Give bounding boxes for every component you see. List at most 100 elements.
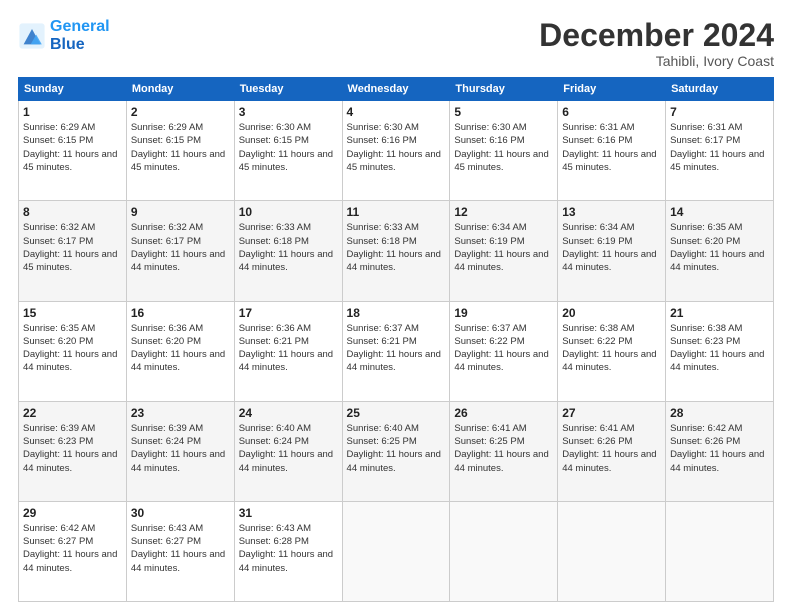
day-number: 9 bbox=[131, 205, 230, 219]
weekday-header-row: SundayMondayTuesdayWednesdayThursdayFrid… bbox=[19, 78, 774, 101]
calendar-week-1: 1 Sunrise: 6:29 AMSunset: 6:15 PMDaylight… bbox=[19, 101, 774, 201]
day-number: 24 bbox=[239, 406, 338, 420]
day-info: Sunrise: 6:40 AMSunset: 6:24 PMDaylight:… bbox=[239, 422, 338, 475]
calendar-cell: 12 Sunrise: 6:34 AMSunset: 6:19 PMDayligh… bbox=[450, 201, 558, 301]
day-number: 28 bbox=[670, 406, 769, 420]
day-info: Sunrise: 6:38 AMSunset: 6:23 PMDaylight:… bbox=[670, 322, 769, 375]
day-number: 19 bbox=[454, 306, 553, 320]
day-info: Sunrise: 6:30 AMSunset: 6:16 PMDaylight:… bbox=[454, 121, 553, 174]
day-info: Sunrise: 6:32 AMSunset: 6:17 PMDaylight:… bbox=[131, 221, 230, 274]
day-number: 7 bbox=[670, 105, 769, 119]
calendar-cell: 1Sunrise: 6:29 AMSunset: 6:15 PMDaylight… bbox=[19, 101, 127, 201]
calendar-cell: 5Sunrise: 6:30 AMSunset: 6:16 PMDaylight… bbox=[450, 101, 558, 201]
day-number: 27 bbox=[562, 406, 661, 420]
calendar-cell: 7Sunrise: 6:31 AMSunset: 6:17 PMDaylight… bbox=[666, 101, 774, 201]
day-info: Sunrise: 6:42 AMSunset: 6:26 PMDaylight:… bbox=[670, 422, 769, 475]
day-info: Sunrise: 6:41 AMSunset: 6:25 PMDaylight:… bbox=[454, 422, 553, 475]
calendar-cell bbox=[666, 501, 774, 601]
day-info: Sunrise: 6:30 AMSunset: 6:15 PMDaylight:… bbox=[239, 121, 338, 174]
calendar-cell: 11 Sunrise: 6:33 AMSunset: 6:18 PMDayligh… bbox=[342, 201, 450, 301]
calendar-cell: 19 Sunrise: 6:37 AMSunset: 6:22 PMDayligh… bbox=[450, 301, 558, 401]
calendar-week-5: 29Sunrise: 6:42 AMSunset: 6:27 PMDayligh… bbox=[19, 501, 774, 601]
day-info: Sunrise: 6:33 AMSunset: 6:18 PMDaylight:… bbox=[239, 221, 338, 274]
weekday-header-tuesday: Tuesday bbox=[234, 78, 342, 101]
day-number: 6 bbox=[562, 105, 661, 119]
weekday-header-wednesday: Wednesday bbox=[342, 78, 450, 101]
day-number: 21 bbox=[670, 306, 769, 320]
day-info: Sunrise: 6:30 AMSunset: 6:16 PMDaylight:… bbox=[347, 121, 446, 174]
calendar-cell: 10 Sunrise: 6:33 AMSunset: 6:18 PMDayligh… bbox=[234, 201, 342, 301]
calendar-week-3: 15Sunrise: 6:35 AMSunset: 6:20 PMDayligh… bbox=[19, 301, 774, 401]
day-info: Sunrise: 6:34 AMSunset: 6:19 PMDaylight:… bbox=[562, 221, 661, 274]
calendar-cell: 31Sunrise: 6:43 AMSunset: 6:28 PMDayligh… bbox=[234, 501, 342, 601]
day-info: Sunrise: 6:43 AMSunset: 6:27 PMDaylight:… bbox=[131, 522, 230, 575]
day-info: Sunrise: 6:39 AMSunset: 6:24 PMDaylight:… bbox=[131, 422, 230, 475]
day-info: Sunrise: 6:31 AMSunset: 6:16 PMDaylight:… bbox=[562, 121, 661, 174]
day-number: 4 bbox=[347, 105, 446, 119]
day-info: Sunrise: 6:34 AMSunset: 6:19 PMDaylight:… bbox=[454, 221, 553, 274]
day-number: 16 bbox=[131, 306, 230, 320]
day-number: 2 bbox=[131, 105, 230, 119]
weekday-header-sunday: Sunday bbox=[19, 78, 127, 101]
day-number: 17 bbox=[239, 306, 338, 320]
calendar-cell: 29Sunrise: 6:42 AMSunset: 6:27 PMDayligh… bbox=[19, 501, 127, 601]
day-info: Sunrise: 6:37 AMSunset: 6:22 PMDaylight:… bbox=[454, 322, 553, 375]
calendar-cell: 18 Sunrise: 6:37 AMSunset: 6:21 PMDayligh… bbox=[342, 301, 450, 401]
day-number: 11 bbox=[347, 205, 446, 219]
day-info: Sunrise: 6:35 AMSunset: 6:20 PMDaylight:… bbox=[670, 221, 769, 274]
calendar-cell: 6 Sunrise: 6:31 AMSunset: 6:16 PMDaylight… bbox=[558, 101, 666, 201]
day-number: 18 bbox=[347, 306, 446, 320]
title-block: December 2024 Tahibli, Ivory Coast bbox=[539, 18, 774, 69]
day-info: Sunrise: 6:36 AMSunset: 6:21 PMDaylight:… bbox=[239, 322, 338, 375]
calendar-cell: 4 Sunrise: 6:30 AMSunset: 6:16 PMDaylight… bbox=[342, 101, 450, 201]
calendar-cell: 20 Sunrise: 6:38 AMSunset: 6:22 PMDayligh… bbox=[558, 301, 666, 401]
calendar-cell: 17 Sunrise: 6:36 AMSunset: 6:21 PMDayligh… bbox=[234, 301, 342, 401]
logo-icon bbox=[18, 22, 46, 50]
day-number: 12 bbox=[454, 205, 553, 219]
month-title: December 2024 bbox=[539, 18, 774, 53]
calendar-table: SundayMondayTuesdayWednesdayThursdayFrid… bbox=[18, 77, 774, 602]
day-number: 10 bbox=[239, 205, 338, 219]
calendar-cell: 9 Sunrise: 6:32 AMSunset: 6:17 PMDaylight… bbox=[126, 201, 234, 301]
day-number: 3 bbox=[239, 105, 338, 119]
calendar-cell: 26 Sunrise: 6:41 AMSunset: 6:25 PMDayligh… bbox=[450, 401, 558, 501]
day-info: Sunrise: 6:29 AMSunset: 6:15 PMDaylight:… bbox=[131, 121, 230, 174]
day-info: Sunrise: 6:39 AMSunset: 6:23 PMDaylight:… bbox=[23, 422, 122, 475]
day-number: 25 bbox=[347, 406, 446, 420]
day-number: 8 bbox=[23, 205, 122, 219]
weekday-header-monday: Monday bbox=[126, 78, 234, 101]
day-number: 31 bbox=[239, 506, 338, 520]
page: General Blue December 2024 Tahibli, Ivor… bbox=[0, 0, 792, 612]
day-number: 13 bbox=[562, 205, 661, 219]
day-number: 1 bbox=[23, 105, 122, 119]
calendar-cell: 8 Sunrise: 6:32 AMSunset: 6:17 PMDaylight… bbox=[19, 201, 127, 301]
logo: General Blue bbox=[18, 18, 110, 53]
day-number: 20 bbox=[562, 306, 661, 320]
calendar-cell: 16 Sunrise: 6:36 AMSunset: 6:20 PMDayligh… bbox=[126, 301, 234, 401]
calendar-cell: 24 Sunrise: 6:40 AMSunset: 6:24 PMDayligh… bbox=[234, 401, 342, 501]
calendar-cell: 14 Sunrise: 6:35 AMSunset: 6:20 PMDayligh… bbox=[666, 201, 774, 301]
calendar-cell: 15Sunrise: 6:35 AMSunset: 6:20 PMDayligh… bbox=[19, 301, 127, 401]
day-number: 15 bbox=[23, 306, 122, 320]
calendar-cell bbox=[342, 501, 450, 601]
day-number: 22 bbox=[23, 406, 122, 420]
calendar-week-2: 8 Sunrise: 6:32 AMSunset: 6:17 PMDaylight… bbox=[19, 201, 774, 301]
day-info: Sunrise: 6:41 AMSunset: 6:26 PMDaylight:… bbox=[562, 422, 661, 475]
day-info: Sunrise: 6:36 AMSunset: 6:20 PMDaylight:… bbox=[131, 322, 230, 375]
weekday-header-friday: Friday bbox=[558, 78, 666, 101]
day-number: 26 bbox=[454, 406, 553, 420]
calendar-cell: 3 Sunrise: 6:30 AMSunset: 6:15 PMDaylight… bbox=[234, 101, 342, 201]
day-info: Sunrise: 6:38 AMSunset: 6:22 PMDaylight:… bbox=[562, 322, 661, 375]
day-info: Sunrise: 6:32 AMSunset: 6:17 PMDaylight:… bbox=[23, 221, 122, 274]
day-info: Sunrise: 6:33 AMSunset: 6:18 PMDaylight:… bbox=[347, 221, 446, 274]
day-info: Sunrise: 6:42 AMSunset: 6:27 PMDaylight:… bbox=[23, 522, 122, 575]
calendar-cell bbox=[450, 501, 558, 601]
day-info: Sunrise: 6:37 AMSunset: 6:21 PMDaylight:… bbox=[347, 322, 446, 375]
calendar-cell: 30Sunrise: 6:43 AMSunset: 6:27 PMDayligh… bbox=[126, 501, 234, 601]
calendar-cell: 28 Sunrise: 6:42 AMSunset: 6:26 PMDayligh… bbox=[666, 401, 774, 501]
weekday-header-thursday: Thursday bbox=[450, 78, 558, 101]
location: Tahibli, Ivory Coast bbox=[539, 53, 774, 69]
calendar-cell: 22 Sunrise: 6:39 AMSunset: 6:23 PMDayligh… bbox=[19, 401, 127, 501]
day-number: 14 bbox=[670, 205, 769, 219]
calendar-cell bbox=[558, 501, 666, 601]
